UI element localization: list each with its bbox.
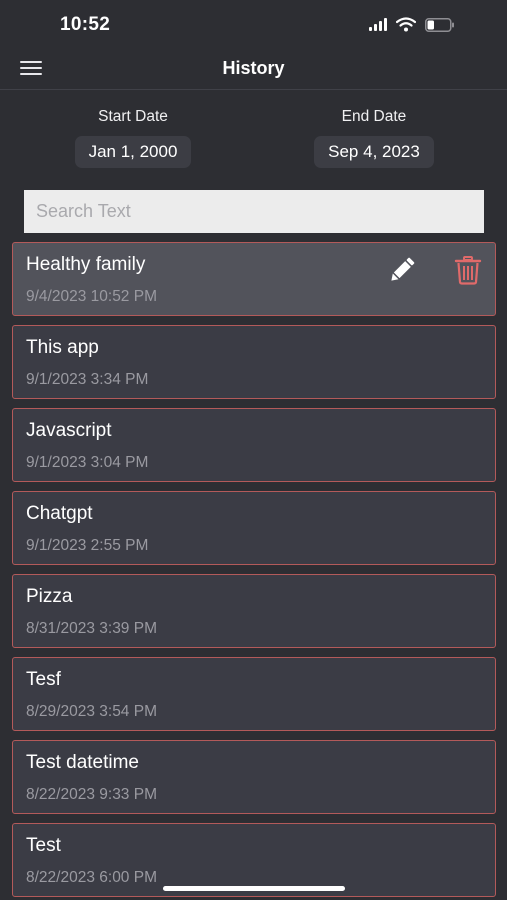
status-bar: 10:52 <box>0 0 507 46</box>
history-item-title: Healthy family <box>26 254 146 275</box>
history-item[interactable]: This app 9/1/2023 3:34 PM <box>12 325 496 399</box>
history-item-title: Pizza <box>26 586 73 607</box>
wifi-icon <box>396 17 416 32</box>
history-item-title: Chatgpt <box>26 503 93 524</box>
end-date-label: End Date <box>341 108 407 125</box>
end-date-picker[interactable]: Sep 4, 2023 <box>314 136 434 168</box>
history-item-title: Test <box>26 835 61 856</box>
history-item[interactable]: Healthy family 9/4/2023 10:52 PM <box>12 242 496 316</box>
page-title: History <box>222 58 285 78</box>
history-item[interactable]: Chatgpt 9/1/2023 2:55 PM <box>12 491 496 565</box>
start-date-group: Start Date Jan 1, 2000 <box>53 108 213 168</box>
history-item-date: 8/31/2023 3:39 PM <box>26 620 157 637</box>
history-item-date: 8/22/2023 6:00 PM <box>26 869 157 886</box>
history-list: Healthy family 9/4/2023 10:52 PM This ap… <box>12 242 496 900</box>
battery-icon <box>425 17 454 32</box>
trash-icon[interactable] <box>452 254 484 286</box>
status-icons <box>369 17 455 32</box>
history-item-title: Tesf <box>26 669 61 690</box>
history-item-title: This app <box>26 337 99 358</box>
pencil-icon[interactable] <box>385 255 419 285</box>
search-input[interactable] <box>24 190 484 233</box>
history-item-title: Javascript <box>26 420 112 441</box>
start-date-picker[interactable]: Jan 1, 2000 <box>74 136 192 168</box>
end-date-group: End Date Sep 4, 2023 <box>294 108 454 168</box>
status-time: 10:52 <box>60 14 111 35</box>
history-item[interactable]: Pizza 8/31/2023 3:39 PM <box>12 574 496 648</box>
history-item-date: 8/22/2023 9:33 PM <box>26 786 157 803</box>
history-item[interactable]: Test datetime 8/22/2023 9:33 PM <box>12 740 496 814</box>
history-item-date: 9/1/2023 3:04 PM <box>26 454 149 471</box>
history-item[interactable]: Javascript 9/1/2023 3:04 PM <box>12 408 496 482</box>
history-item-date: 8/29/2023 3:54 PM <box>26 703 157 720</box>
history-item[interactable]: Tesf 8/29/2023 3:54 PM <box>12 657 496 731</box>
history-item-title: Test datetime <box>26 752 139 773</box>
home-indicator[interactable] <box>163 886 345 891</box>
history-item-date: 9/4/2023 10:52 PM <box>26 288 157 305</box>
history-item-date: 9/1/2023 3:34 PM <box>26 371 149 388</box>
cellular-signal-icon <box>369 18 387 31</box>
history-item-date: 9/1/2023 2:55 PM <box>26 537 149 554</box>
history-screen: 10:52 History Start Date Jan 1, 2000 End… <box>0 0 507 900</box>
start-date-label: Start Date <box>98 108 168 125</box>
nav-bar: History <box>0 48 507 90</box>
